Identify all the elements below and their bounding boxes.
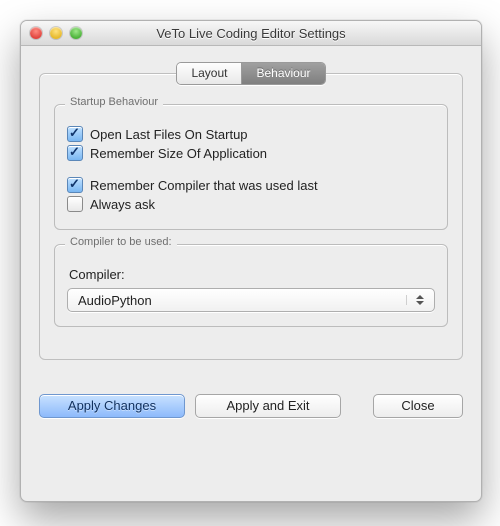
window-minimize-button[interactable] [50, 27, 62, 39]
remember-size-label: Remember Size Of Application [90, 146, 267, 161]
always-ask-checkbox[interactable] [67, 196, 83, 212]
compiler-select-value: AudioPython [78, 293, 152, 308]
compiler-group-legend: Compiler to be used: [65, 236, 177, 248]
close-button[interactable]: Close [373, 394, 463, 418]
startup-behaviour-legend: Startup Behaviour [65, 96, 163, 108]
popup-arrows-icon [406, 295, 428, 305]
always-ask-label: Always ask [90, 197, 155, 212]
compiler-select[interactable]: AudioPython [67, 288, 435, 312]
compiler-field-label: Compiler: [69, 267, 435, 282]
behaviour-panel: Startup Behaviour Open Last Files On Sta… [39, 73, 463, 360]
remember-compiler-checkbox[interactable] [67, 177, 83, 193]
remember-compiler-label: Remember Compiler that was used last [90, 178, 318, 193]
open-last-files-label: Open Last Files On Startup [90, 127, 248, 142]
remember-size-checkbox[interactable] [67, 145, 83, 161]
titlebar: VeTo Live Coding Editor Settings [21, 21, 481, 46]
tab-layout[interactable]: Layout [177, 63, 242, 84]
tab-bar: Layout Behaviour [176, 62, 325, 85]
apply-changes-button[interactable]: Apply Changes [39, 394, 185, 418]
tab-behaviour[interactable]: Behaviour [242, 63, 324, 84]
settings-window: VeTo Live Coding Editor Settings Layout … [20, 20, 482, 502]
startup-behaviour-group: Startup Behaviour Open Last Files On Sta… [54, 104, 448, 230]
open-last-files-checkbox[interactable] [67, 126, 83, 142]
window-zoom-button[interactable] [70, 27, 82, 39]
apply-and-exit-button[interactable]: Apply and Exit [195, 394, 341, 418]
compiler-group: Compiler to be used: Compiler: AudioPyth… [54, 244, 448, 327]
window-close-button[interactable] [30, 27, 42, 39]
dialog-button-row: Apply Changes Apply and Exit Close [39, 394, 463, 418]
window-title: VeTo Live Coding Editor Settings [21, 26, 481, 41]
